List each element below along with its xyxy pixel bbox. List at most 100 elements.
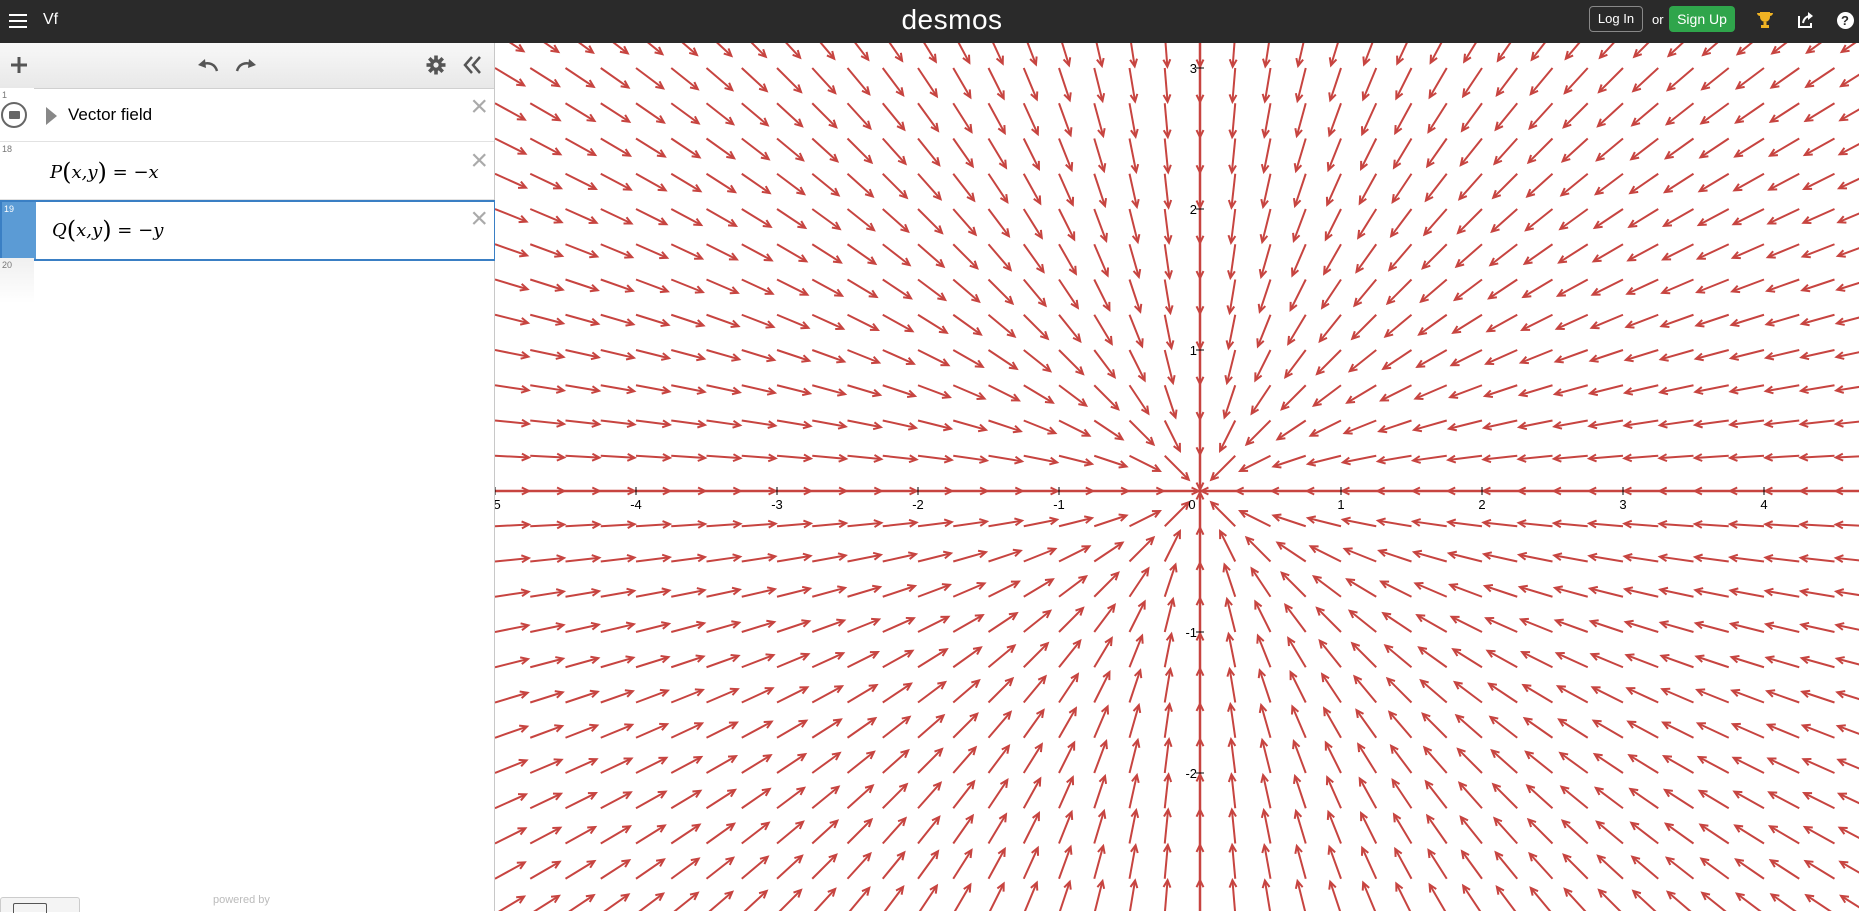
vector-arrow	[917, 102, 939, 132]
vector-arrow	[1382, 612, 1413, 633]
vector-arrow	[741, 788, 771, 810]
expression-row-folder[interactable]: 1 Vector field ×	[0, 88, 494, 142]
vector-arrow	[1422, 713, 1448, 739]
vector-arrow	[635, 243, 668, 259]
vector-arrow	[1254, 601, 1272, 633]
vector-arrow	[635, 723, 668, 739]
vector-arrow	[1735, 102, 1765, 124]
vector-arrow	[1388, 243, 1413, 271]
vector-arrow	[1592, 278, 1624, 296]
vector-arrow	[1631, 102, 1659, 126]
vector-arrow	[846, 750, 875, 774]
vector-arrow	[1492, 783, 1518, 809]
vector-arrow	[1458, 173, 1483, 200]
vector-arrow	[987, 779, 1009, 809]
vector-arrow	[1699, 789, 1730, 810]
vector-arrow	[1803, 208, 1835, 224]
vector-arrow	[1462, 67, 1483, 97]
vector-arrow	[1733, 790, 1765, 810]
vector-arrow	[776, 820, 804, 845]
share-icon[interactable]	[1795, 9, 1817, 31]
redo-icon[interactable]	[233, 53, 259, 77]
vector-arrow	[1487, 313, 1518, 333]
vector-arrow	[1528, 102, 1554, 130]
vector-arrow	[670, 243, 703, 260]
expression-math[interactable]: P(x,y) = −x	[50, 158, 159, 186]
settings-icon[interactable]	[423, 53, 449, 77]
expression-row[interactable]: 18 P(x,y) = −x ×	[0, 142, 494, 200]
vector-arrow	[1770, 102, 1800, 123]
vector-arrow	[1310, 419, 1342, 437]
vector-arrow	[1485, 617, 1518, 633]
powered-by-text: powered by	[213, 894, 270, 906]
folder-toggle-icon[interactable]	[46, 107, 57, 125]
vector-arrow	[565, 454, 600, 459]
vector-arrow	[706, 688, 739, 704]
add-icon[interactable]	[6, 53, 32, 77]
vector-arrow	[1093, 279, 1111, 311]
vector-arrow	[1388, 711, 1413, 739]
vector-arrow	[1452, 648, 1483, 669]
vector-arrow	[952, 173, 975, 202]
vector-arrow	[1804, 102, 1836, 122]
undo-icon[interactable]	[195, 53, 221, 77]
vector-arrow	[987, 243, 1012, 271]
help-icon[interactable]: ?	[1834, 9, 1856, 31]
vector-arrow	[1485, 349, 1518, 365]
vector-arrow	[813, 888, 836, 911]
vector-arrow	[1461, 850, 1483, 880]
vector-arrow	[987, 173, 1009, 203]
vector-arrow	[1415, 384, 1448, 400]
vector-field-plot[interactable]: -5 -4 -3 -2 -1 0 1 2 3 4 3 2 1 -1 -2	[495, 43, 1859, 911]
vector-arrow	[846, 102, 872, 130]
vector-arrow	[495, 523, 530, 528]
login-button[interactable]: Log In	[1589, 6, 1643, 32]
vector-arrow	[1289, 279, 1307, 311]
x-tick-label: 2	[1478, 497, 1485, 512]
expression-row-empty[interactable]: 20	[0, 258, 494, 303]
signup-button[interactable]: Sign Up	[1669, 6, 1735, 32]
vector-arrow	[1529, 887, 1552, 911]
delete-expression-icon[interactable]: ×	[470, 146, 488, 176]
vector-arrow	[1128, 419, 1155, 446]
vector-arrow	[495, 102, 526, 121]
vector-arrow	[882, 783, 908, 809]
vector-arrow	[600, 67, 630, 89]
vector-arrow	[1129, 454, 1161, 472]
vector-arrow	[529, 208, 562, 224]
vector-arrow	[1697, 243, 1730, 260]
folder-label[interactable]: Vector field	[68, 105, 152, 125]
vector-arrow	[1768, 791, 1800, 810]
vector-arrow	[1736, 892, 1762, 911]
collapse-panel-icon[interactable]	[460, 53, 486, 77]
keyboard-icon[interactable]	[0, 897, 80, 913]
row-number: 20	[2, 260, 13, 270]
vector-arrow	[1239, 454, 1271, 472]
vector-arrow	[1594, 208, 1624, 229]
trophy-icon[interactable]	[1754, 9, 1776, 31]
vector-arrow	[1560, 785, 1589, 810]
vector-arrow	[1058, 707, 1077, 739]
vector-arrow	[1386, 278, 1413, 305]
vector-arrow	[1661, 688, 1694, 704]
expression-math[interactable]: Q(x,y) = −y	[52, 216, 163, 244]
vector-arrow	[1357, 743, 1378, 774]
vector-arrow	[1595, 172, 1624, 195]
vector-arrow	[1735, 858, 1765, 880]
vector-arrow	[1023, 384, 1054, 404]
vector-arrow	[705, 172, 736, 193]
delete-expression-icon[interactable]: ×	[470, 92, 488, 122]
vector-arrow	[1804, 137, 1835, 156]
vector-arrow	[741, 821, 770, 845]
vector-arrow	[635, 756, 667, 774]
vector-arrow	[1427, 849, 1448, 880]
vector-arrow	[1524, 243, 1554, 265]
vector-arrow	[917, 748, 943, 774]
graph-canvas[interactable]: -5 -4 -3 -2 -1 0 1 2 3 4 3 2 1 -1 -2	[495, 43, 1859, 911]
delete-expression-icon[interactable]: ×	[470, 204, 488, 234]
expression-row-selected[interactable]: 19 Q(x,y) = −y ×	[0, 200, 496, 261]
row-number: 19	[4, 204, 15, 214]
vector-arrow	[1254, 349, 1272, 381]
vector-arrow	[952, 208, 977, 236]
vector-arrow	[1361, 102, 1378, 135]
